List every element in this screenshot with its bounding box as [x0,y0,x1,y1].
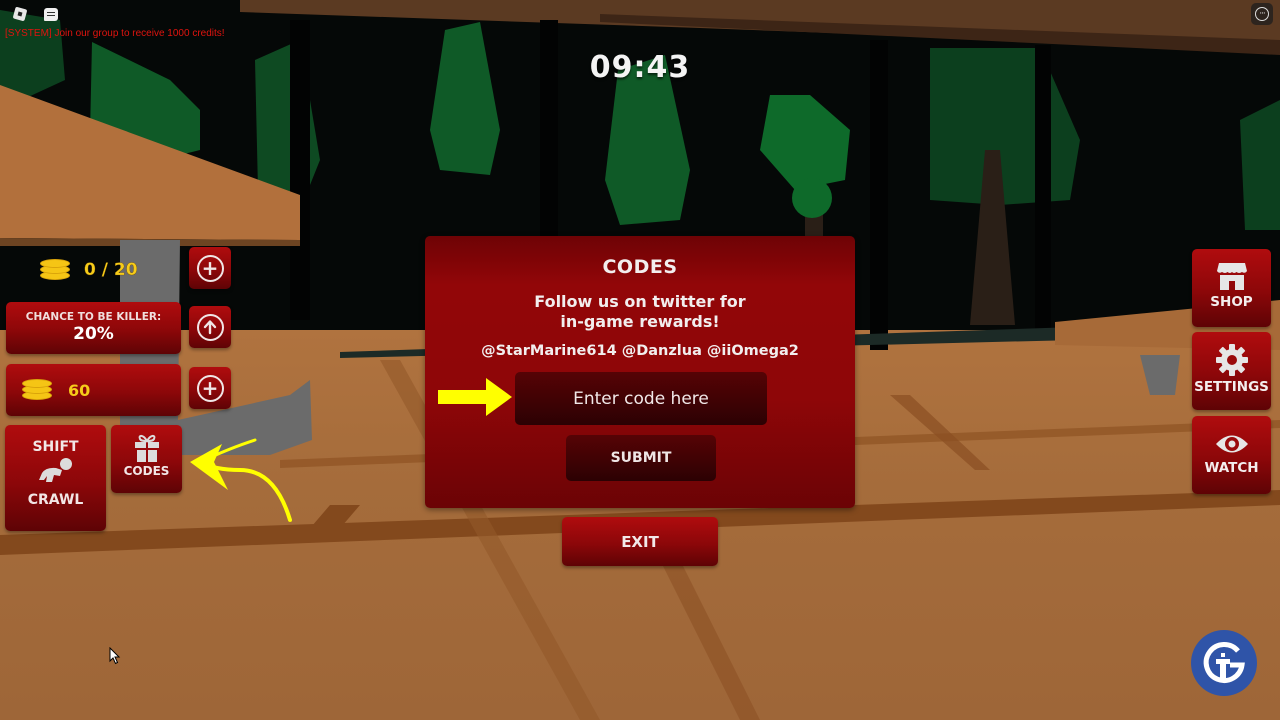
crawl-label: CRAWL [27,492,84,508]
roblox-menu-button[interactable] [11,5,29,23]
buy-coins-button[interactable]: + [189,367,231,409]
subtitle-line-2: in-game rewards! [560,312,720,331]
gear-icon [1215,344,1248,376]
coin-balance-panel: 60 [6,364,181,416]
token-count: 0 / 20 [84,260,138,280]
codes-label: CODES [123,464,170,478]
gamer-tweak-logo-icon [1203,642,1245,683]
plus-circle-icon: + [196,254,224,282]
crawling-figure-icon [36,457,76,485]
gamer-tweak-logo [1191,630,1257,696]
crawl-button[interactable]: SHIFT CRAWL [5,425,106,531]
codes-dialog-subtitle: Follow us on twitter for in-game rewards… [425,292,855,332]
buy-tokens-button[interactable]: + [189,247,231,289]
subtitle-line-1: Follow us on twitter for [534,292,746,311]
killer-chance-label: CHANCE TO BE KILLER: [25,311,162,323]
codes-dialog-title: CODES [602,256,678,278]
tree-foliage [760,95,850,190]
killer-chance-panel: CHANCE TO BE KILLER: 20% [6,302,181,354]
round-timer: 09:43 [589,50,691,85]
codes-button[interactable]: CODES [111,425,182,493]
window-post [870,40,888,350]
code-input[interactable] [515,372,767,425]
shop-button[interactable]: SHOP [1192,249,1271,327]
submit-button[interactable]: SUBMIT [566,435,716,481]
exit-button[interactable]: EXIT [562,517,718,566]
token-counter: 0 / 20 [40,256,138,284]
tree-foliage [430,22,500,175]
chat-bubble-icon [44,7,58,21]
tree-foliage [930,48,1080,205]
table-leg [1140,355,1180,395]
more-options-icon: ··· [1255,7,1269,21]
codes-dialog: CODES Follow us on twitter for in-game r… [425,236,855,508]
settings-label: SETTINGS [1194,379,1269,395]
chat-button[interactable] [42,5,60,23]
window-post [290,20,310,320]
killer-chance-value: 20% [73,324,114,344]
upgrade-killer-chance-button[interactable] [189,306,231,348]
crawl-key-label: SHIFT [32,439,79,455]
tree-foliage [792,178,832,218]
tree-foliage [1240,100,1280,230]
more-options-button[interactable]: ··· [1251,3,1273,25]
coin-balance: 60 [68,380,91,400]
plus-circle-icon: + [196,374,224,402]
storefront-icon [1216,263,1247,290]
gift-icon [134,433,160,463]
settings-button[interactable]: SETTINGS [1192,332,1271,410]
mouse-cursor-icon [109,647,121,665]
coin-stack-icon [40,259,70,281]
roblox-logo-icon [12,6,28,22]
watch-label: WATCH [1204,460,1259,476]
floor-plank-line [660,560,760,720]
watch-button[interactable]: WATCH [1192,416,1271,494]
window-post [1035,45,1051,335]
arrow-up-circle-icon [196,313,224,341]
system-chat-message: [SYSTEM] Join our group to receive 1000 … [5,28,225,39]
shop-label: SHOP [1210,294,1253,310]
coin-stack-icon [22,379,52,401]
eye-icon [1215,435,1248,453]
twitter-handles: @StarMarine614 @Danzlua @iiOmega2 [481,343,799,359]
